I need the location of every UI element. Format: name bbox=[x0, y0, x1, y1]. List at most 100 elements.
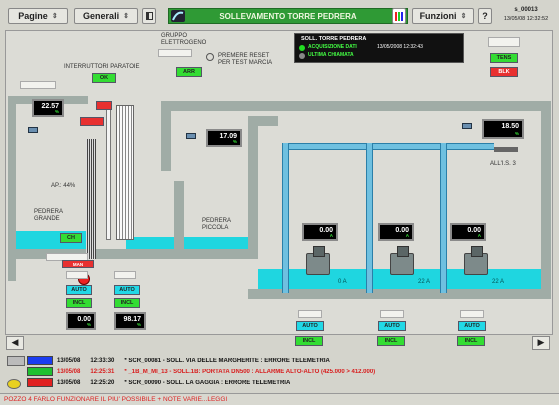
status-slot bbox=[380, 310, 404, 318]
alarm-row[interactable]: 13/05/08 12:25:20 * SCR_00090 - SOLL. LA G… bbox=[57, 378, 547, 388]
alarm-rows: 13/05/08 12:33:30 * SCR_00081 - SOLL. VIA … bbox=[5, 354, 553, 392]
pump-3[interactable] bbox=[464, 246, 488, 275]
gate-red-indicator bbox=[96, 101, 112, 110]
tens-button[interactable]: TENS bbox=[490, 53, 518, 63]
gate-red-indicator bbox=[80, 117, 104, 126]
wall-right bbox=[541, 111, 551, 296]
alarm-date: 13/05/08 bbox=[57, 380, 81, 386]
meter-level-grande: 22.57 % bbox=[32, 99, 64, 117]
label-gruppo: GRUPPO ELETTROGENO bbox=[161, 33, 207, 46]
generali-menu[interactable]: Generali ⇕ bbox=[74, 8, 138, 24]
arr-button[interactable]: ARR bbox=[176, 67, 202, 77]
alarm-time: 12:33:30 bbox=[90, 358, 115, 364]
pump-2[interactable] bbox=[390, 246, 414, 275]
label-interruttori: INTERRUTTORI PARATOIE bbox=[64, 64, 140, 70]
meter-unit: A bbox=[329, 233, 333, 238]
level-sensor-icon bbox=[28, 127, 38, 133]
updown-arrow-icon: ⇕ bbox=[51, 13, 58, 20]
alarm-time: 12:25:31 bbox=[90, 369, 115, 375]
footer-text: POZZO 4 FARLO FUNZIONARE IL PIU' POSSIBI… bbox=[4, 396, 228, 403]
funzioni-label: Funzioni bbox=[419, 11, 457, 21]
help-label: ? bbox=[482, 11, 488, 21]
meter-pump-1: 0.00 A bbox=[302, 223, 338, 241]
blk-button[interactable]: BLK bbox=[490, 67, 518, 77]
alarm-swatch bbox=[27, 367, 53, 376]
incl-button-pump-2[interactable]: INCL bbox=[377, 336, 405, 346]
scroll-right-icon[interactable]: ▶ bbox=[532, 336, 550, 350]
status-slot bbox=[158, 49, 192, 57]
pagine-menu[interactable]: Pagine ⇕ bbox=[8, 8, 68, 24]
panel-toggle-button[interactable] bbox=[142, 8, 156, 24]
funzioni-menu[interactable]: Funzioni ⇕ bbox=[412, 8, 474, 24]
pump-3-current: 22 A bbox=[492, 279, 505, 285]
status-dot-icon bbox=[299, 45, 305, 51]
wall-divider-a bbox=[161, 101, 171, 171]
station-id: s_00013 bbox=[514, 7, 538, 13]
alarm-date: 13/05/08 bbox=[57, 369, 81, 375]
incl-button-left-1[interactable]: INCL bbox=[66, 298, 92, 308]
status-slot bbox=[488, 37, 520, 47]
level-sensor-icon bbox=[186, 133, 196, 139]
wall-divider-b bbox=[248, 116, 258, 259]
meter-left-1: 0.00 % bbox=[66, 312, 96, 330]
meter-unit: % bbox=[232, 139, 237, 144]
footer-note[interactable]: POZZO 4 FARLO FUNZIONARE IL PIU' POSSIBI… bbox=[0, 393, 559, 405]
wall-divider-c bbox=[174, 181, 184, 249]
meter-unit: % bbox=[136, 322, 141, 327]
meter-generator: 17.09 % bbox=[206, 129, 242, 147]
alarm-date: 13/05/08 bbox=[57, 358, 81, 364]
updown-arrow-icon: ⇕ bbox=[123, 13, 129, 20]
pump-1-current: 0 A bbox=[338, 279, 347, 285]
alarm-row[interactable]: 13/05/08 12:25:31 * _1B_M_MI_13 - SOLL.1B:… bbox=[57, 367, 547, 377]
alarm-list: 13/05/08 12:33:30 * SCR_00081 - SOLL. VIA … bbox=[5, 354, 553, 392]
auto-button-left-2[interactable]: AUTO bbox=[114, 285, 140, 295]
alarm-row[interactable]: 13/05/08 12:33:30 * SCR_00081 - SOLL. VIA … bbox=[57, 356, 547, 366]
info-row2-label: ULTIMA CHIAMATA bbox=[308, 52, 354, 58]
gate-shaft bbox=[86, 139, 96, 259]
wall-top-main bbox=[161, 101, 551, 111]
meter-unit: A bbox=[405, 233, 409, 238]
datetime: 13/05/08 12:32:52 bbox=[503, 16, 549, 22]
updown-arrow-icon: ⇕ bbox=[460, 13, 467, 20]
label-pedrera-piccola: PEDRERA PICCOLA bbox=[202, 218, 232, 231]
incl-button-pump-3[interactable]: INCL bbox=[457, 336, 485, 346]
generali-label: Generali bbox=[83, 11, 120, 21]
pipe-riser-2 bbox=[366, 143, 373, 293]
auto-button-left-1[interactable]: AUTO bbox=[66, 285, 92, 295]
man-button[interactable]: MAN bbox=[62, 260, 94, 268]
meter-pump-3: 0.00 A bbox=[450, 223, 486, 241]
alarm-swatch bbox=[27, 356, 53, 365]
outlet-pipe bbox=[494, 147, 518, 152]
help-button[interactable]: ? bbox=[478, 8, 492, 24]
incl-button-pump-1[interactable]: INCL bbox=[295, 336, 323, 346]
status-slot bbox=[114, 271, 136, 279]
incl-button-left-2[interactable]: INCL bbox=[114, 298, 140, 308]
meter-value: 18.50 bbox=[501, 123, 519, 130]
meter-unit: A bbox=[477, 233, 481, 238]
color-palette-button[interactable] bbox=[392, 8, 406, 24]
color-bars-icon bbox=[395, 11, 403, 21]
ch-button[interactable]: CH bbox=[60, 233, 82, 243]
alarm-swatch bbox=[27, 378, 53, 387]
meter-unit: % bbox=[514, 131, 519, 136]
auto-button-pump-3[interactable]: AUTO bbox=[458, 321, 486, 331]
back-arrow-icon[interactable] bbox=[171, 10, 185, 22]
ok-button[interactable]: OK bbox=[92, 73, 116, 83]
info-title: SOLL. TORRE PEDRERA bbox=[301, 36, 367, 42]
auto-button-pump-2[interactable]: AUTO bbox=[378, 321, 406, 331]
meter-unit: % bbox=[86, 322, 91, 327]
alarm-time: 12:25:20 bbox=[90, 380, 115, 386]
meter-left-2: 98.17 % bbox=[114, 312, 146, 330]
pump-1[interactable] bbox=[306, 246, 330, 275]
auto-button-pump-1[interactable]: AUTO bbox=[296, 321, 324, 331]
meter-right-level: 18.50 % bbox=[482, 119, 524, 139]
reset-icon[interactable] bbox=[206, 53, 214, 61]
scroll-left-icon[interactable]: ◀ bbox=[6, 336, 24, 350]
info-row1-value: 13/05/2008 12:32:43 bbox=[377, 44, 423, 50]
label-ap: AP.: 44% bbox=[51, 183, 76, 189]
label-premere-reset: PREMERE RESET PER TEST MARCIA bbox=[218, 53, 273, 66]
pipe-riser-3 bbox=[440, 143, 447, 293]
pipe-header bbox=[282, 143, 494, 150]
alarm-text: * SCR_00090 - SOLL. LA GAGGIA : ERRORE T… bbox=[124, 380, 291, 386]
water-pedrera-piccola bbox=[184, 237, 248, 249]
